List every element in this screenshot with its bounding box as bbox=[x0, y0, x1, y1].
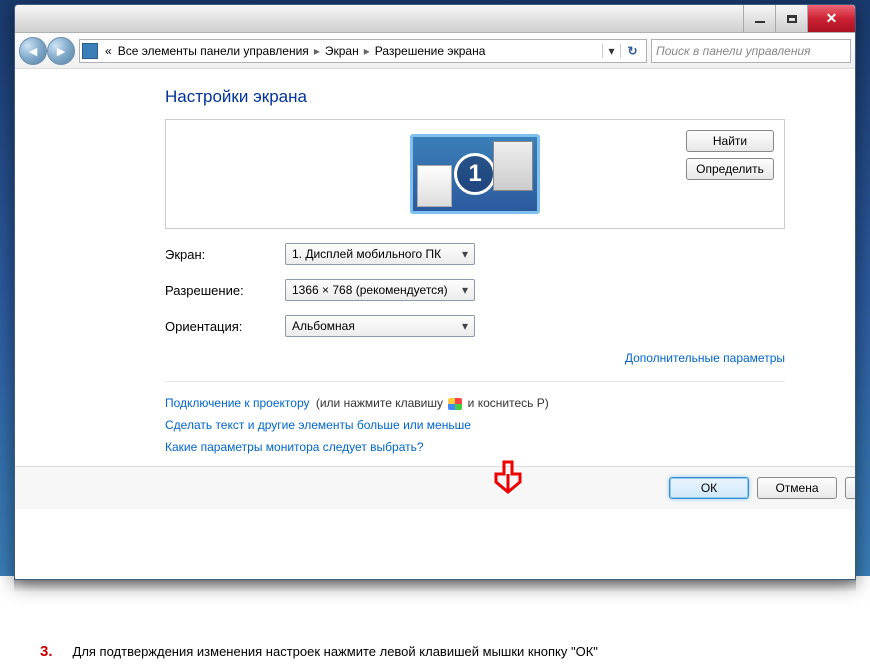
address-dropdown-button[interactable]: ▾ bbox=[602, 44, 620, 58]
ok-button[interactable]: ОК bbox=[669, 477, 749, 499]
refresh-button[interactable]: ↻ bbox=[620, 44, 644, 58]
text-size-link[interactable]: Сделать текст и другие элементы больше и… bbox=[165, 418, 471, 432]
titlebar: ✕ bbox=[15, 5, 855, 33]
projector-link[interactable]: Подключение к проектору bbox=[165, 396, 310, 410]
close-button[interactable]: ✕ bbox=[807, 5, 855, 32]
address-bar[interactable]: « Все элементы панели управления ▸ Экран… bbox=[79, 39, 647, 63]
orientation-label: Ориентация: bbox=[165, 319, 285, 334]
which-params-link[interactable]: Какие параметры монитора следует выбрать… bbox=[165, 440, 424, 454]
chevron-right-icon: ▸ bbox=[312, 44, 322, 58]
screen-label: Экран: bbox=[165, 247, 285, 262]
forward-button[interactable]: ► bbox=[47, 37, 75, 65]
step-number: 3. bbox=[40, 643, 53, 660]
monitor-number-badge: 1 bbox=[454, 153, 496, 195]
page-title: Настройки экрана bbox=[165, 87, 785, 107]
control-panel-icon bbox=[82, 43, 98, 59]
minimize-button[interactable] bbox=[743, 5, 775, 32]
resolution-label: Разрешение: bbox=[165, 283, 285, 298]
breadcrumb-all-items[interactable]: Все элементы панели управления bbox=[115, 44, 312, 58]
maximize-button[interactable] bbox=[775, 5, 807, 32]
windows-key-icon bbox=[448, 398, 462, 410]
resolution-dropdown[interactable]: 1366 × 768 (рекомендуется) bbox=[285, 279, 475, 301]
breadcrumb-prefix: « bbox=[102, 44, 115, 58]
orientation-dropdown[interactable]: Альбомная bbox=[285, 315, 475, 337]
identify-button[interactable]: Определить bbox=[686, 158, 774, 180]
cancel-button[interactable]: Отмена bbox=[757, 477, 837, 499]
monitor-preview[interactable]: 1 bbox=[410, 134, 540, 214]
search-input[interactable]: Поиск в панели управления bbox=[651, 39, 851, 63]
breadcrumb-resolution[interactable]: Разрешение экрана bbox=[372, 44, 489, 58]
content-area: Настройки экрана 1 Найти Определить Экра… bbox=[15, 69, 855, 579]
instruction-row: 3. Для подтверждения изменения настроек … bbox=[40, 643, 850, 660]
control-panel-window: ✕ ◄ ► « Все элементы панели управления ▸… bbox=[14, 4, 856, 580]
breadcrumb-screen[interactable]: Экран bbox=[322, 44, 362, 58]
navbar: ◄ ► « Все элементы панели управления ▸ Э… bbox=[15, 33, 855, 69]
screen-dropdown[interactable]: 1. Дисплей мобильного ПК bbox=[285, 243, 475, 265]
instruction-text: Для подтверждения изменения настроек наж… bbox=[73, 644, 598, 659]
display-preview-box: 1 Найти Определить bbox=[165, 119, 785, 229]
close-icon: ✕ bbox=[826, 10, 838, 27]
chevron-right-icon: ▸ bbox=[362, 44, 372, 58]
search-placeholder: Поиск в панели управления bbox=[656, 44, 811, 58]
apply-button: Применить bbox=[845, 477, 855, 499]
advanced-params-link[interactable]: Дополнительные параметры bbox=[625, 351, 785, 365]
find-button[interactable]: Найти bbox=[686, 130, 774, 152]
footer-bar: ОК Отмена Применить bbox=[15, 466, 855, 509]
back-button[interactable]: ◄ bbox=[19, 37, 47, 65]
